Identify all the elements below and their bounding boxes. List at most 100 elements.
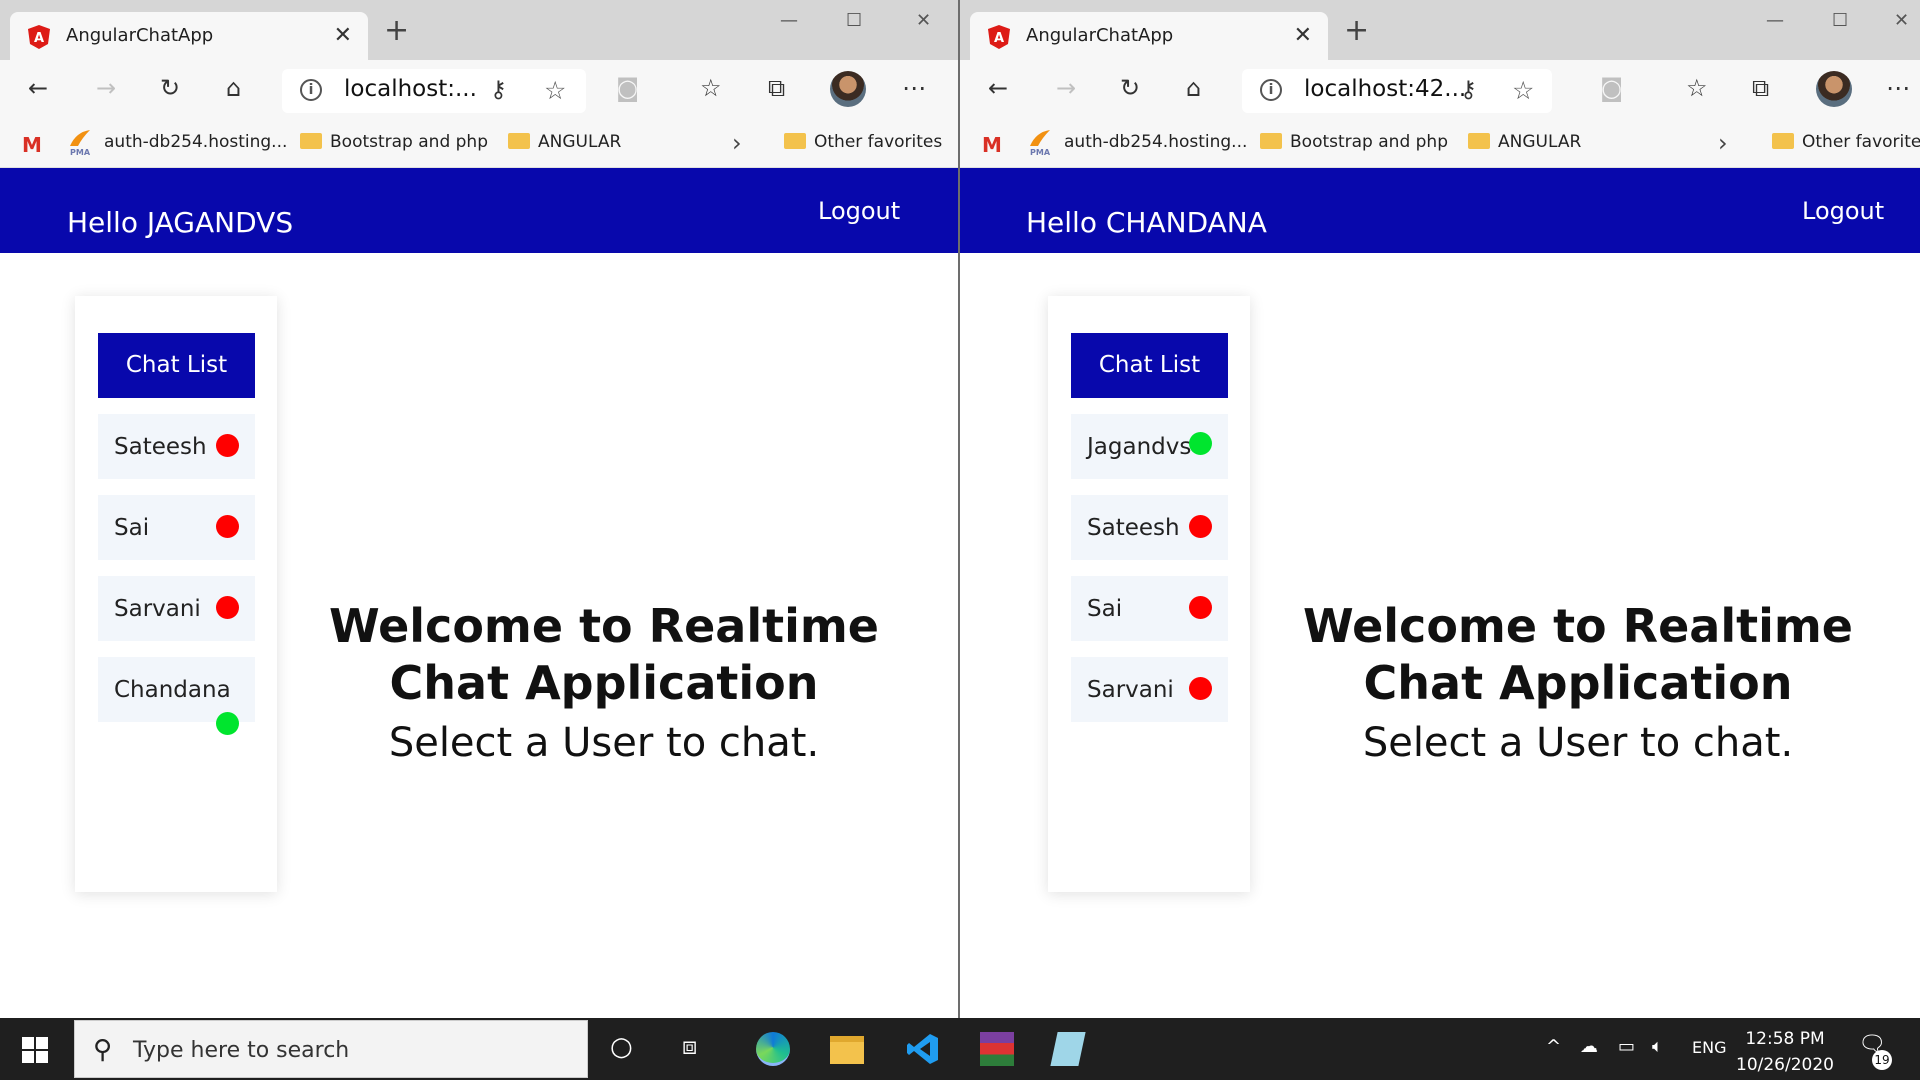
forward-icon[interactable]: → — [96, 76, 116, 100]
gmail-icon[interactable]: M — [982, 133, 1002, 157]
user-item-sarvani[interactable]: Sarvani — [98, 576, 255, 641]
system-clock[interactable]: 12:58 PM 10/26/2020 — [1730, 1026, 1840, 1078]
folder-icon — [1468, 133, 1490, 149]
browser-tab[interactable]: A AngularChatApp ✕ — [970, 12, 1328, 60]
new-tab-icon[interactable]: + — [1344, 16, 1369, 46]
close-window-icon[interactable]: ✕ — [916, 10, 931, 31]
welcome-message: Welcome to Realtime Chat Application Sel… — [1258, 598, 1898, 766]
camera-icon[interactable]: ◙ — [616, 76, 639, 100]
online-status-dot — [216, 712, 239, 735]
favorites-icon[interactable]: ☆ — [700, 76, 722, 100]
more-icon[interactable]: ⋯ — [1886, 76, 1910, 100]
folder-icon — [300, 133, 322, 149]
browser-tab[interactable]: A AngularChatApp ✕ — [10, 12, 368, 60]
edge-browser-icon[interactable] — [756, 1032, 790, 1066]
tab-strip: A AngularChatApp ✕ + — ☐ ✕ — [0, 0, 958, 60]
user-name: Sateesh — [1087, 515, 1180, 541]
home-icon[interactable]: ⌂ — [1186, 76, 1201, 100]
user-name: Sai — [1087, 596, 1123, 622]
profile-avatar[interactable] — [1816, 71, 1852, 107]
user-name: Sarvani — [1087, 677, 1174, 703]
welcome-subtitle: Select a User to chat. — [388, 720, 820, 766]
chevron-right-icon[interactable]: › — [1718, 129, 1728, 157]
volume-icon[interactable]: 🔈︎ — [1652, 1036, 1663, 1057]
collections-icon[interactable]: ⧉ — [1752, 76, 1769, 100]
gmail-icon[interactable]: M — [22, 133, 42, 157]
taskbar-search[interactable]: ⚲ Type here to search — [74, 1020, 588, 1078]
address-bar[interactable]: i localhost:42... ⚷ ☆ — [1242, 69, 1552, 113]
bookmark-angular[interactable]: ANGULAR — [508, 132, 621, 152]
favorite-star-icon[interactable]: ☆ — [1512, 76, 1534, 105]
back-icon[interactable]: ← — [988, 76, 1008, 100]
forward-icon[interactable]: → — [1056, 76, 1076, 100]
user-item-chandana[interactable]: Chandana — [98, 657, 255, 735]
chat-list-button[interactable]: Chat List — [98, 333, 255, 398]
file-explorer-icon[interactable] — [830, 1036, 864, 1064]
maximize-icon[interactable]: ☐ — [846, 10, 862, 31]
address-bar[interactable]: i localhost:... ⚷ ☆ — [282, 69, 586, 113]
camera-icon[interactable]: ◙ — [1600, 76, 1623, 100]
more-icon[interactable]: ⋯ — [902, 76, 926, 100]
tab-strip: A AngularChatApp ✕ + — ☐ ✕ — [960, 0, 1920, 60]
refresh-icon[interactable]: ↻ — [160, 76, 180, 100]
info-icon[interactable]: i — [300, 79, 322, 101]
greeting: Hello JAGANDVS — [67, 206, 294, 239]
folder-icon — [1772, 133, 1794, 149]
onedrive-icon[interactable]: ☁ — [1580, 1036, 1598, 1057]
vscode-icon[interactable] — [906, 1032, 940, 1066]
svg-text:PMA: PMA — [70, 148, 91, 156]
user-item-sateesh[interactable]: Sateesh — [1071, 495, 1228, 560]
logout-link[interactable]: Logout — [1802, 197, 1884, 225]
windows-start-icon[interactable] — [22, 1037, 48, 1063]
maximize-icon[interactable]: ☐ — [1832, 10, 1848, 31]
close-tab-icon[interactable]: ✕ — [334, 23, 352, 48]
chevron-right-icon[interactable]: › — [732, 129, 742, 157]
offline-status-dot — [216, 596, 239, 619]
svg-text:PMA: PMA — [1030, 148, 1051, 156]
bookmark-other-favorites[interactable]: Other favorites — [784, 132, 942, 152]
favorites-icon[interactable]: ☆ — [1686, 76, 1708, 100]
new-tab-icon[interactable]: + — [384, 16, 409, 46]
refresh-icon[interactable]: ↻ — [1120, 76, 1140, 100]
language-indicator[interactable]: ENG — [1692, 1038, 1726, 1057]
profile-avatar[interactable] — [830, 71, 866, 107]
bookmark-other-favorites[interactable]: Other favorites — [1772, 132, 1920, 152]
collections-icon[interactable]: ⧉ — [768, 76, 785, 100]
chat-list-button[interactable]: Chat List — [1071, 333, 1228, 398]
favorite-star-icon[interactable]: ☆ — [544, 76, 566, 105]
close-window-icon[interactable]: ✕ — [1894, 10, 1909, 31]
minimize-icon[interactable]: — — [1766, 10, 1784, 31]
user-item-sarvani[interactable]: Sarvani — [1071, 657, 1228, 722]
key-icon[interactable]: ⚷ — [490, 77, 507, 103]
chevron-up-icon[interactable]: ^ — [1546, 1036, 1561, 1057]
user-item-sai[interactable]: Sai — [98, 495, 255, 560]
bookmark-auth[interactable]: auth-db254.hosting... — [1064, 132, 1247, 152]
close-tab-icon[interactable]: ✕ — [1294, 23, 1312, 48]
logout-link[interactable]: Logout — [818, 197, 900, 225]
bookmark-bootstrap[interactable]: Bootstrap and php — [300, 132, 488, 152]
cortana-icon[interactable]: ○ — [610, 1032, 633, 1062]
folder-icon — [1260, 133, 1282, 149]
battery-icon[interactable]: ▭ — [1618, 1036, 1635, 1057]
user-item-sateesh[interactable]: Sateesh — [98, 414, 255, 479]
user-item-jagandvs[interactable]: Jagandvs — [1071, 414, 1228, 479]
key-icon[interactable]: ⚷ — [1460, 77, 1477, 103]
app-icon[interactable] — [1050, 1032, 1086, 1066]
url-text: localhost:42... — [1304, 76, 1467, 102]
minimize-icon[interactable]: — — [780, 10, 798, 31]
user-name: Chandana — [114, 677, 231, 703]
bookmark-bootstrap[interactable]: Bootstrap and php — [1260, 132, 1448, 152]
browser-window-right: A AngularChatApp ✕ + — ☐ ✕ ← → ↻ ⌂ i loc… — [960, 0, 1920, 1018]
info-icon[interactable]: i — [1260, 79, 1282, 101]
bookmark-auth[interactable]: auth-db254.hosting... — [104, 132, 287, 152]
user-item-sai[interactable]: Sai — [1071, 576, 1228, 641]
user-name: Sai — [114, 515, 150, 541]
welcome-title: Welcome to Realtime Chat Application — [328, 599, 879, 710]
home-icon[interactable]: ⌂ — [226, 76, 241, 100]
back-icon[interactable]: ← — [28, 76, 48, 100]
task-view-icon[interactable]: ⧈ — [682, 1032, 697, 1060]
offline-status-dot — [216, 434, 239, 457]
app-navbar: Hello CHANDANA Logout — [960, 168, 1920, 253]
bookmark-angular[interactable]: ANGULAR — [1468, 132, 1581, 152]
winrar-icon[interactable] — [980, 1032, 1014, 1066]
